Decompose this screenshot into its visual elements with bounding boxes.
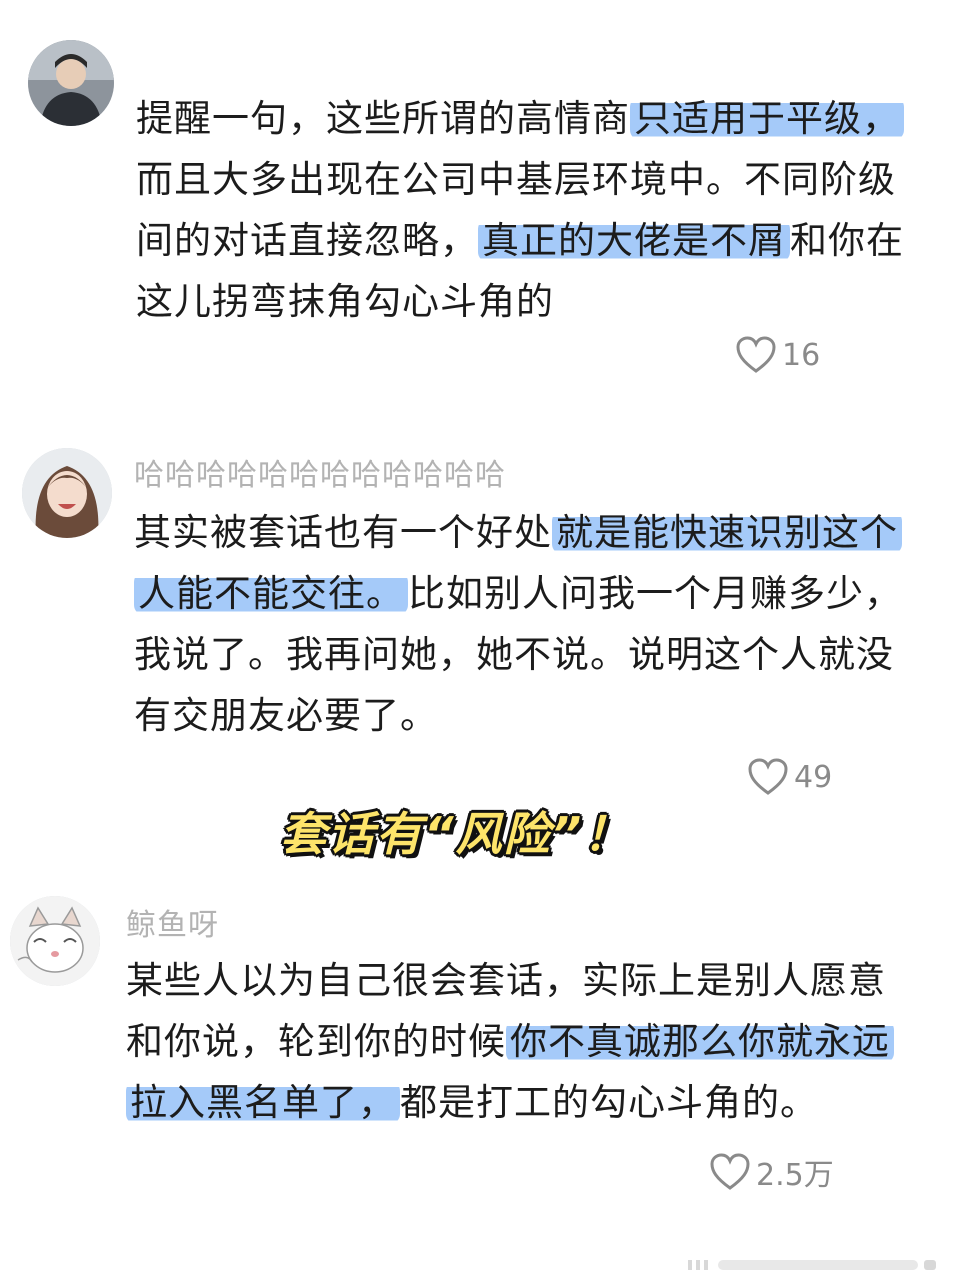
comment-text-segment: 而且大多出现在公司中基层环境中。不同阶级 — [136, 158, 896, 201]
avatar-man-icon — [28, 40, 114, 126]
comment-text-segment: 和你在 — [790, 219, 904, 262]
comment-line: 我说了。我再问她，她不说。说明这个人就没 — [134, 624, 902, 685]
comment-text-segment: 都是打工的勾心斗角的。 — [400, 1081, 818, 1124]
username[interactable]: 哈哈哈哈哈哈哈哈哈哈哈哈 — [134, 450, 506, 494]
comment-line: 这儿拐弯抹角勾心斗角的 — [136, 271, 904, 332]
comment-text-segment: 我说了。我再问她，她不说。说明这个人就没 — [134, 633, 894, 676]
like-button[interactable]: 16 — [736, 336, 820, 374]
like-button[interactable]: 49 — [748, 758, 832, 796]
highlighted-text: 只适用于平级， — [630, 97, 904, 140]
username[interactable]: 鲸鱼呀 — [126, 900, 219, 944]
comment-text-segment: 这儿拐弯抹角勾心斗角的 — [136, 280, 554, 323]
avatar[interactable] — [28, 40, 114, 126]
comment-text-segment: 比如别人问我一个月赚多少， — [408, 572, 902, 615]
like-count: 16 — [782, 337, 821, 373]
heart-outline-icon — [736, 336, 776, 373]
comment-line: 人能不能交往。 比如别人问我一个月赚多少， — [134, 563, 902, 624]
highlighted-text: 拉入黑名单了， — [126, 1081, 400, 1124]
comment-line: 有交朋友必要了。 — [134, 685, 902, 746]
comment-line: 拉入黑名单了， 都是打工的勾心斗角的。 — [126, 1072, 894, 1133]
highlighted-text: 就是能快速识别这个 — [552, 511, 902, 554]
highlighted-text: 你不真诚那么你就永远 — [506, 1020, 894, 1063]
comment-text: 某些人以为自己很会套话，实际上是别人愿意 和你说，轮到你的时候 你不真诚那么你就永远… — [126, 950, 894, 1133]
comment-line: 间的对话直接忽略， 真正的大佬是不屑 和你在 — [136, 210, 904, 271]
like-button[interactable]: 2.5万 — [710, 1150, 834, 1194]
overlay-caption: 套话有“风险”！ — [280, 807, 632, 861]
like-count: 49 — [794, 759, 833, 795]
heart-outline-icon — [748, 758, 788, 795]
comment-text: 其实被套话也有一个好处 就是能快速识别这个 人能不能交往。 比如别人问我一个月赚多少，… — [134, 502, 902, 746]
comment-line: 某些人以为自己很会套话，实际上是别人愿意 — [126, 950, 894, 1011]
highlighted-text: 人能不能交往。 — [134, 572, 408, 615]
comment-text-segment: 其实被套话也有一个好处 — [134, 511, 552, 554]
highlighted-text: 真正的大佬是不屑 — [478, 219, 790, 262]
comment-text-segment: 和你说，轮到你的时候 — [126, 1020, 506, 1063]
avatar[interactable] — [10, 896, 100, 986]
avatar[interactable] — [22, 448, 112, 538]
comment-text-segment: 某些人以为自己很会套话，实际上是别人愿意 — [126, 959, 886, 1002]
comment-text: 提醒一句，这些所谓的高情商 只适用于平级， 而且大多出现在公司中基层环境中。不同阶级… — [136, 88, 904, 332]
comment-text-segment: 提醒一句，这些所谓的高情商 — [136, 97, 630, 140]
comment-line: 其实被套话也有一个好处 就是能快速识别这个 — [134, 502, 902, 563]
avatar-cat-icon — [10, 896, 100, 986]
like-count: 2.5万 — [756, 1158, 834, 1193]
comment-line: 和你说，轮到你的时候 你不真诚那么你就永远 — [126, 1011, 894, 1072]
comment-line: 提醒一句，这些所谓的高情商 只适用于平级， — [136, 88, 904, 149]
heart-outline-icon — [710, 1153, 750, 1190]
comment-text-segment: 有交朋友必要了。 — [134, 694, 438, 737]
comment-line: 而且大多出现在公司中基层环境中。不同阶级 — [136, 149, 904, 210]
watermark-stripes — [688, 1260, 936, 1270]
comment-text-segment: 间的对话直接忽略， — [136, 219, 478, 262]
avatar-girl-icon — [22, 448, 112, 538]
